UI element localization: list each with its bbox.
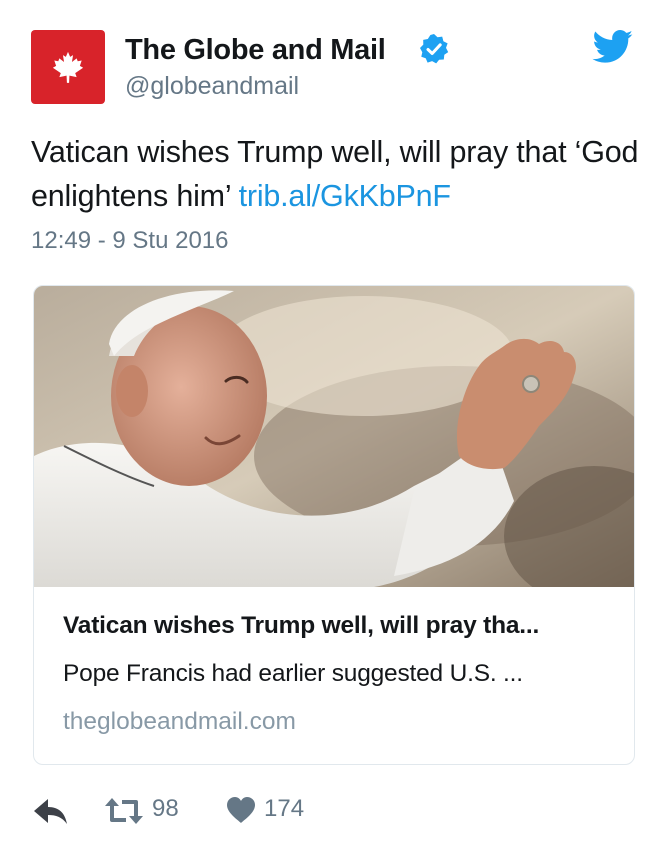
card-domain[interactable]: theglobeandmail.com <box>63 708 296 736</box>
like-count: 174 <box>264 795 305 822</box>
photo-pope-waving <box>34 286 634 587</box>
maple-leaf-icon <box>52 51 84 83</box>
avatar[interactable] <box>31 30 105 104</box>
twitter-bird-icon[interactable] <box>592 30 634 64</box>
tweet-text: Vatican wishes Trump well, will pray tha… <box>31 130 641 218</box>
retweet-icon[interactable] <box>104 796 144 826</box>
tweet: The Globe and Mail @globeandmail Vatican… <box>0 0 665 856</box>
verified-badge-icon <box>420 34 449 64</box>
heart-icon[interactable] <box>226 796 256 824</box>
card-image[interactable] <box>34 286 634 587</box>
tweet-link[interactable]: trib.al/GkKbPnF <box>239 179 451 213</box>
card-description: Pope Francis had earlier suggested U.S. … <box>63 660 523 687</box>
reply-icon[interactable] <box>34 797 68 825</box>
display-name[interactable]: The Globe and Mail <box>125 34 386 67</box>
retweet-count: 98 <box>152 795 179 822</box>
card-title[interactable]: Vatican wishes Trump well, will pray tha… <box>63 612 539 640</box>
handle[interactable]: @globeandmail <box>125 72 299 101</box>
link-card[interactable]: Vatican wishes Trump well, will pray tha… <box>33 285 635 765</box>
timestamp[interactable]: 12:49 - 9 Stu 2016 <box>31 227 228 255</box>
